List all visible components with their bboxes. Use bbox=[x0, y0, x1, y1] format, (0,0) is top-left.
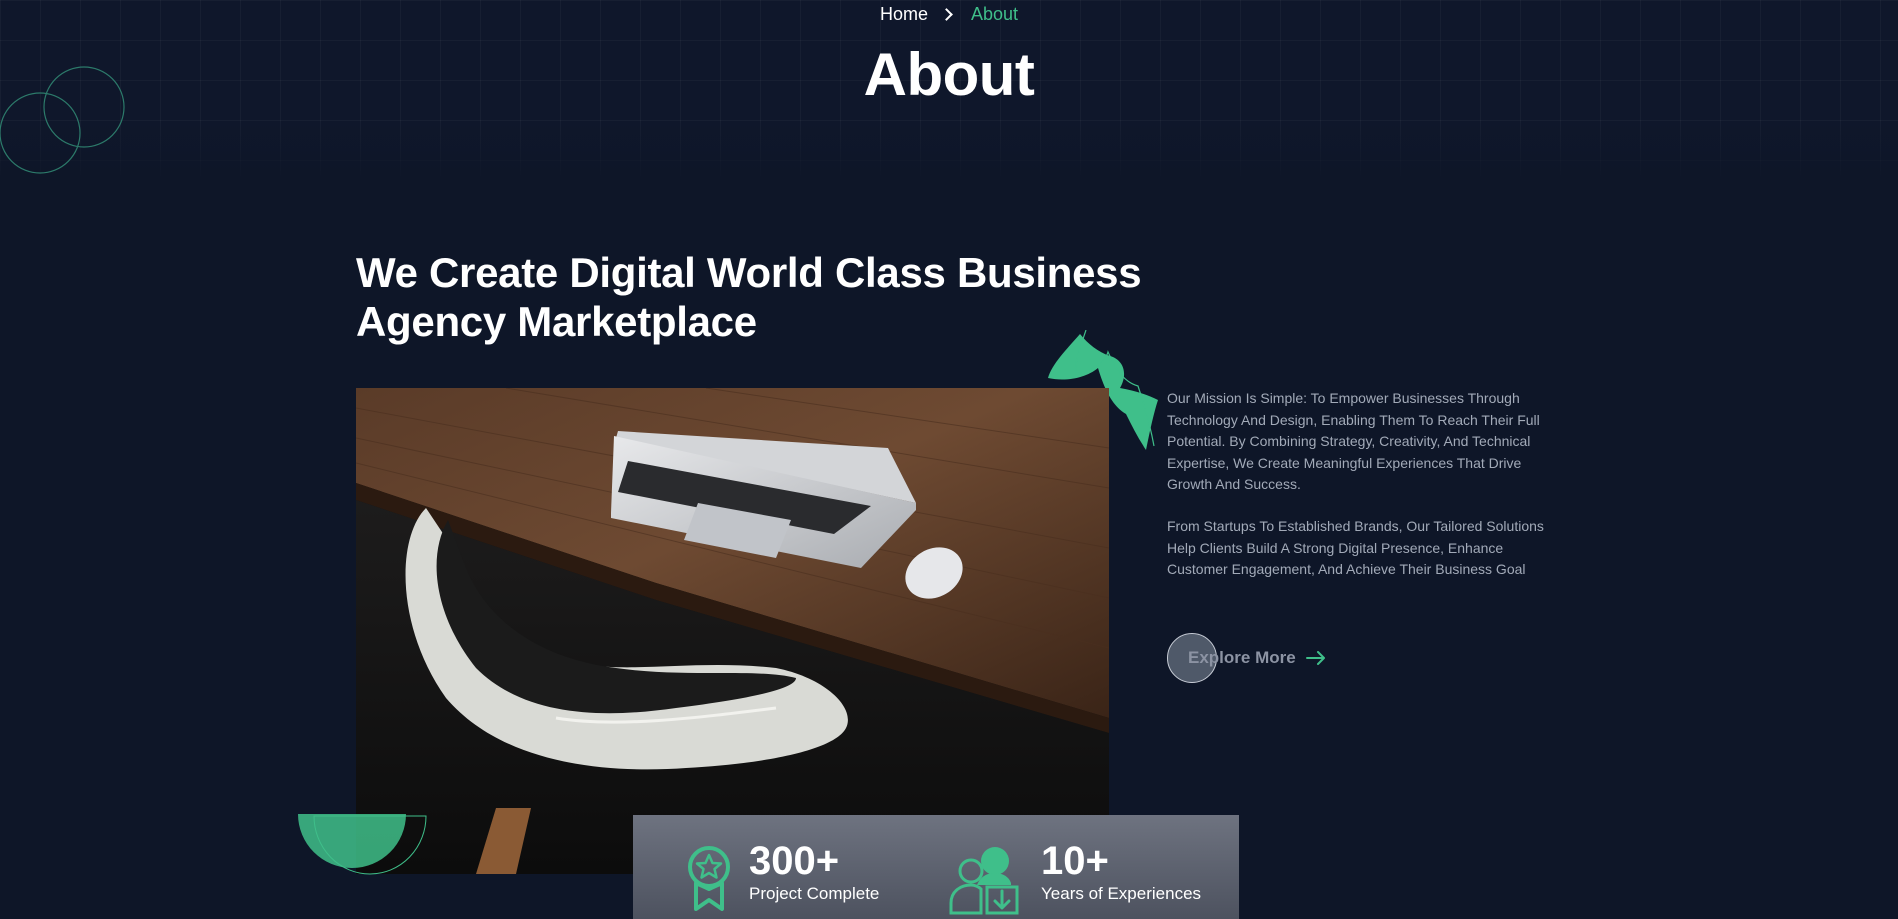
page-title: About bbox=[863, 41, 1035, 108]
stat-years-value: 10+ bbox=[1041, 839, 1109, 883]
mission-paragraph: Our Mission Is Simple: To Empower Busine… bbox=[1167, 390, 1540, 492]
stats-card: 300+ Project Complete 10+ Years of Exper… bbox=[633, 815, 1239, 919]
people-download-icon bbox=[949, 847, 1019, 915]
half-circle-decoration-icon bbox=[298, 814, 427, 875]
explore-more-label: Explore More bbox=[1188, 648, 1296, 667]
stat-years-label: Years of Experiences bbox=[1041, 884, 1202, 903]
stat-projects-label: Project Complete bbox=[749, 884, 880, 903]
stat-projects: 300+ Project Complete bbox=[687, 841, 880, 911]
arrow-right-icon bbox=[1305, 651, 1325, 665]
stat-years: 10+ Years of Experiences bbox=[949, 841, 1202, 915]
stat-projects-value: 300+ bbox=[749, 839, 840, 883]
explore-more-button[interactable]: Explore More bbox=[1167, 633, 1326, 683]
breadcrumb-home-link[interactable]: Home bbox=[880, 4, 928, 25]
section-headline: We Create Digital World Class Business A… bbox=[356, 249, 1142, 345]
breadcrumb-current: About bbox=[970, 3, 1019, 24]
chevron-right-icon bbox=[940, 7, 953, 21]
clients-paragraph: From Startups To Established Brands, Our… bbox=[1167, 518, 1544, 577]
breadcrumb: Home About bbox=[0, 2, 1898, 26]
award-ribbon-icon bbox=[688, 846, 730, 911]
banner-fade bbox=[0, 120, 1898, 180]
office-photo bbox=[356, 388, 1109, 874]
desk-laptop-chair-image bbox=[356, 388, 1109, 874]
about-page: Home About About We Create Digital World… bbox=[0, 0, 1898, 919]
